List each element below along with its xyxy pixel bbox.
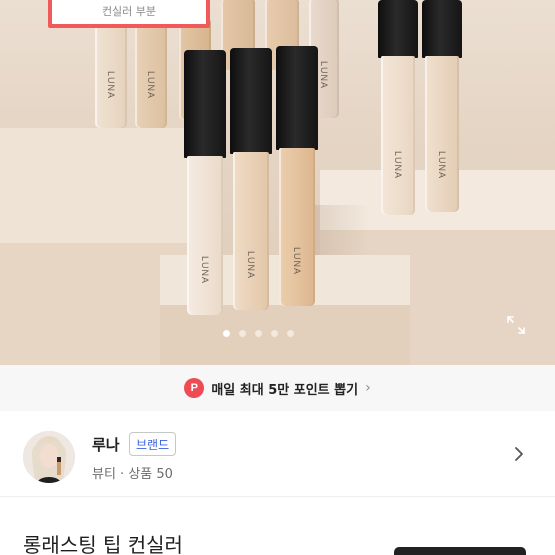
tube-brand-label: LUNA [146, 70, 156, 99]
chevron-right-icon: › [365, 380, 371, 396]
seller-meta: 뷰티 · 상품 50 [92, 467, 173, 482]
point-icon: P [184, 378, 205, 398]
tube-brand-label: LUNA [292, 246, 302, 275]
tube-brand-label: LUNA [200, 255, 210, 284]
concealer-tube: LUNA [184, 50, 226, 315]
tube-brand-label: LUNA [319, 60, 329, 89]
concealer-tube: LUNA [92, 25, 130, 128]
point-event-bar[interactable]: P 매일 최대 5만 포인트 뽑기 › [0, 365, 555, 411]
carousel-indicator [223, 330, 294, 337]
brand-badge: 브랜드 [129, 432, 177, 456]
tube-brand-label: LUNA [106, 70, 116, 99]
carousel-dot[interactable] [239, 330, 246, 337]
expand-icon[interactable] [505, 314, 527, 336]
carousel-dot[interactable] [271, 330, 278, 337]
banner-text: 컨실러 부분 [101, 5, 157, 18]
display-block [0, 128, 190, 243]
tube-brand-label: LUNA [437, 150, 447, 179]
seller-name[interactable]: 루나 [92, 434, 120, 455]
carousel-dot[interactable] [223, 330, 230, 337]
carousel-dot[interactable] [287, 330, 294, 337]
tube-brand-label: LUNA [393, 150, 403, 179]
chevron-right-icon[interactable] [512, 445, 526, 463]
carousel-dot[interactable] [255, 330, 262, 337]
point-event-text: 매일 최대 5만 포인트 뽑기 [211, 382, 359, 398]
concealer-tube: LUNA [276, 46, 318, 306]
promo-banner: 컨실러 부분 [48, 0, 210, 28]
concealer-tube: LUNA [378, 0, 418, 215]
floating-button[interactable] [394, 547, 526, 555]
avatar[interactable] [23, 431, 75, 483]
product-title: 롱래스팅 팁 컨실러 [23, 533, 183, 555]
concealer-tube: LUNA [422, 0, 462, 212]
concealer-tube: LUNA [132, 25, 170, 128]
seller-avatar-image [23, 431, 75, 483]
seller-row[interactable]: 루나 브랜드 뷰티 · 상품 50 [0, 411, 555, 497]
product-image-carousel[interactable]: LUNA LUNA LUNA LUNA LUNA LUNA LUNA LUNA … [0, 0, 555, 365]
tube-brand-label: LUNA [246, 250, 256, 279]
concealer-tube: LUNA [230, 48, 272, 310]
